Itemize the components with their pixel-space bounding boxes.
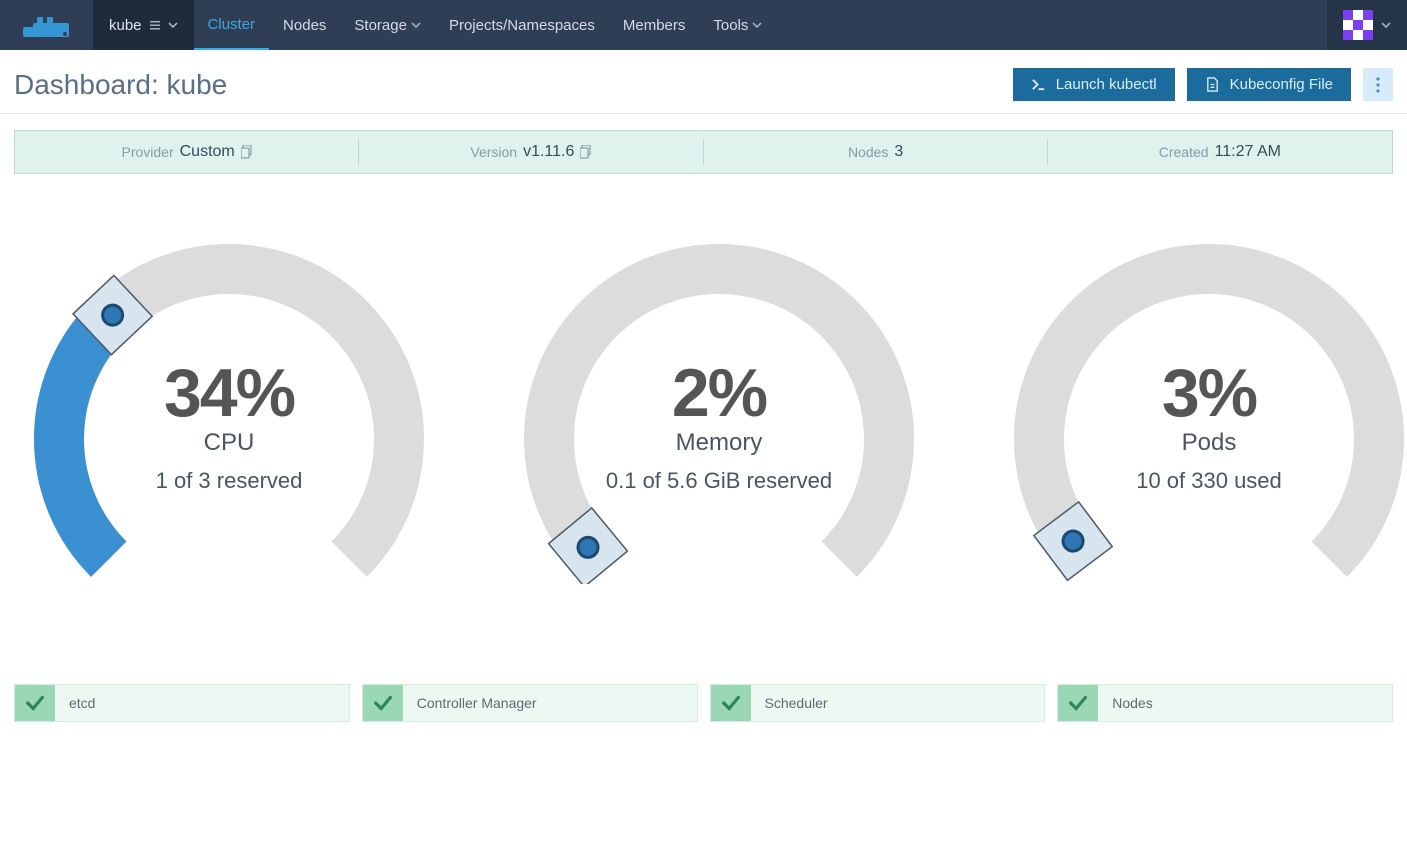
info-version: Version v1.11.6 [359,131,703,173]
nav-item-tools[interactable]: Tools [699,0,776,50]
nav-item-projects-namespaces[interactable]: Projects/Namespaces [435,0,609,50]
chevron-down-icon [752,20,762,30]
nav-item-storage[interactable]: Storage [340,0,435,50]
cluster-selector[interactable]: kube [93,0,194,50]
chevron-down-icon [168,20,178,30]
nav-item-nodes[interactable]: Nodes [269,0,340,50]
check-icon [1058,685,1098,721]
gauge-subtitle: 1 of 3 reserved [14,468,444,494]
cluster-name: kube [109,17,142,34]
gauge-title: Pods [994,429,1407,457]
kebab-icon [1376,77,1380,93]
terminal-icon [1031,77,1046,92]
chevron-down-icon [1381,20,1391,30]
kubeconfig-file-button[interactable]: Kubeconfig File [1187,68,1351,101]
header-actions: Launch kubectl Kubeconfig File [1013,68,1393,101]
gauge-memory: 2% Memory 0.1 of 5.6 GiB reserved [504,224,934,564]
page-title: Dashboard: kube [14,69,227,101]
page-header: Dashboard: kube Launch kubectl Kubeconfi… [0,50,1407,114]
copy-icon[interactable] [241,145,253,159]
check-icon [711,685,751,721]
gauge-cpu: 34% CPU 1 of 3 reserved [14,224,444,564]
chevron-down-icon [411,20,421,30]
status-tile-nodes[interactable]: Nodes [1057,684,1393,722]
info-provider: Provider Custom [15,131,359,173]
info-bar: Provider Custom Version v1.11.6 Nodes 3 … [14,130,1393,174]
info-created: Created 11:27 AM [1048,131,1392,173]
gauge-pods: 3% Pods 10 of 330 used [994,224,1407,564]
gauge-title: Memory [504,429,934,457]
gauges-row: 34% CPU 1 of 3 reserved 2% Memory 0.1 of… [0,174,1407,564]
status-tile-etcd[interactable]: etcd [14,684,350,722]
nav-item-cluster[interactable]: Cluster [194,0,270,50]
status-label: etcd [55,685,349,721]
user-menu[interactable] [1327,0,1407,50]
status-label: Nodes [1098,685,1392,721]
gauge-percent: 2% [504,354,934,432]
check-icon [363,685,403,721]
info-nodes: Nodes 3 [704,131,1048,173]
gauge-percent: 3% [994,354,1407,432]
status-tile-controller-manager[interactable]: Controller Manager [362,684,698,722]
copy-icon[interactable] [580,145,592,159]
status-label: Controller Manager [403,685,697,721]
file-icon [1205,77,1220,92]
nav-item-members[interactable]: Members [609,0,700,50]
avatar-icon [1343,10,1373,40]
check-icon [15,685,55,721]
top-nav: kube ClusterNodesStorageProjects/Namespa… [0,0,1407,50]
gauge-subtitle: 10 of 330 used [994,468,1407,494]
gauge-subtitle: 0.1 of 5.6 GiB reserved [504,468,934,494]
launch-kubectl-button[interactable]: Launch kubectl [1013,68,1175,101]
gauge-title: CPU [14,429,444,457]
gauge-percent: 34% [14,354,444,432]
status-row: etcd Controller Manager Scheduler Nodes [0,564,1407,742]
nav-items: ClusterNodesStorageProjects/NamespacesMe… [194,0,777,50]
logo[interactable] [0,0,93,50]
status-tile-scheduler[interactable]: Scheduler [710,684,1046,722]
status-label: Scheduler [751,685,1045,721]
more-actions-button[interactable] [1363,68,1393,101]
list-icon [150,20,160,30]
